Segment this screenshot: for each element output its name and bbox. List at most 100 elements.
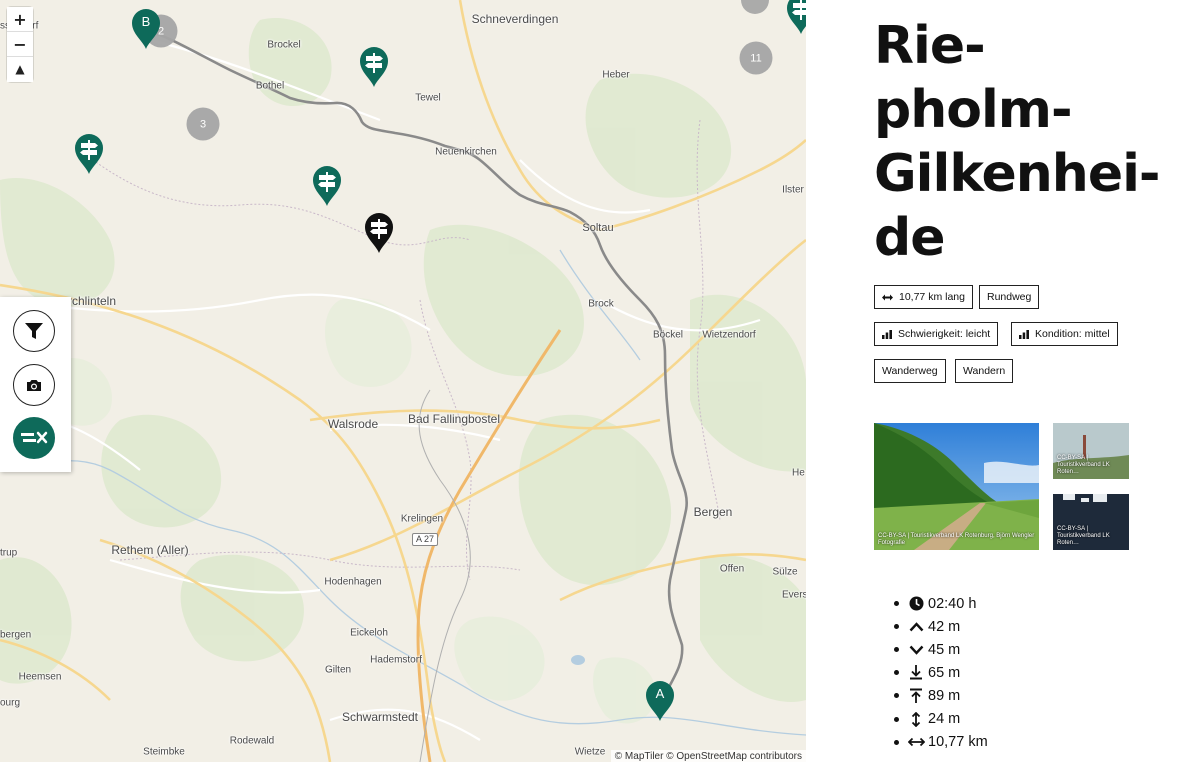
photo-button[interactable] (13, 364, 55, 406)
place-label: Rethem (Aller) (111, 543, 189, 557)
active-trail-pin[interactable] (363, 212, 395, 254)
place-label: Wietze (574, 746, 606, 758)
map[interactable]: Schneverdingen Brockel Heber Bothel Tewe… (0, 0, 806, 762)
highest-point-icon (907, 688, 925, 704)
elevation-difference-icon (907, 711, 925, 727)
place-label: He (792, 467, 805, 479)
condition-tag: Kondition: mittel (1011, 322, 1118, 346)
category-label: Wanderweg (882, 365, 938, 377)
stat-descent: 45 m (894, 638, 988, 661)
stat-highest-point: 89 m (894, 684, 988, 707)
trail-pin[interactable] (785, 0, 806, 35)
place-label: Brock (588, 298, 614, 310)
hide-trails-button[interactable] (13, 417, 55, 459)
place-label: Rodewald (229, 735, 275, 747)
route-end-marker[interactable]: B (130, 8, 162, 50)
trail-title-line: Gilkenhei- (874, 144, 1161, 204)
trail-stats-list: 02:40 h 42 m 45 m 65 m 89 m 24 m 10,77 k… (894, 592, 988, 754)
reset-bearing-button[interactable]: ▲ (7, 57, 33, 82)
stat-elevation-difference: 24 m (894, 707, 988, 730)
zoom-out-button[interactable]: − (7, 32, 33, 57)
filter-button[interactable] (13, 310, 55, 352)
category-tag[interactable]: Wandern (955, 359, 1014, 383)
signpost-icon (75, 134, 103, 174)
trail-photo-main[interactable]: CC-BY-SA | Touristikverband LK Rotenburg… (874, 423, 1039, 550)
zoom-in-button[interactable]: + (7, 7, 33, 32)
trail-title: Rie- pholm- Gilkenhei- de (874, 14, 1194, 270)
motorway-shield: A 27 (412, 533, 439, 546)
bar-chart-icon (1019, 329, 1029, 339)
route-end-label: B (141, 14, 151, 29)
marker-cluster[interactable]: 11 (739, 41, 773, 75)
trail-title-line: de (874, 208, 946, 268)
place-label: Heemsen (18, 671, 62, 683)
map-attribution[interactable]: © MapTiler © OpenStreetMap contributors (610, 750, 806, 762)
place-label: Hodenhagen (324, 576, 382, 588)
place-label: Schwarmstedt (341, 710, 419, 724)
stat-lowest-point: 65 m (894, 661, 988, 684)
zoom-controls: + − ▲ (7, 7, 33, 82)
place-label: Böckel (652, 329, 684, 341)
place-label: Eickeloh (350, 627, 388, 639)
place-label: Hademstorf (370, 654, 422, 666)
place-label: Bergen (693, 505, 733, 519)
place-label: rchlinteln (68, 294, 117, 308)
map-base (0, 0, 806, 762)
place-label: bergen (0, 629, 32, 641)
place-label: Schneverdingen (471, 12, 559, 26)
map-tools-panel (0, 297, 71, 472)
route-type-label: Rundweg (987, 291, 1032, 303)
descent-icon (907, 645, 925, 655)
stat-value: 10,77 km (928, 734, 988, 751)
stat-value: 42 m (928, 618, 961, 635)
place-label: Neuenkirchen (435, 146, 497, 158)
distance-icon (907, 737, 925, 747)
place-label: Walsrode (327, 417, 379, 431)
place-label: Ilster (782, 184, 804, 196)
route-type-tag: Rundweg (979, 285, 1040, 309)
marker-cluster[interactable]: 3 (186, 107, 220, 141)
lowest-point-icon (907, 665, 925, 680)
length-tag: 10,77 km lang (874, 285, 973, 309)
stat-value: 89 m (928, 687, 961, 704)
distance-icon (882, 294, 893, 301)
trail-title-line: Rie- (874, 16, 986, 76)
place-label: Bothel (255, 80, 285, 92)
trail-photo-thumb[interactable]: CC-BY-SA | Touristikverband LK Roten… (1053, 423, 1129, 479)
camera-icon (27, 380, 41, 391)
trail-pin[interactable] (358, 46, 390, 88)
category-tag[interactable]: Wanderweg (874, 359, 946, 383)
trail-detail-panel: Rie- pholm- Gilkenhei- de 10,77 km lang … (806, 0, 1201, 762)
place-label: ourg (0, 697, 21, 709)
route-start-marker[interactable]: A (644, 680, 676, 722)
filter-icon (25, 323, 43, 339)
photo-caption: CC-BY-SA | Touristikverband LK Rotenburg… (878, 533, 1035, 546)
trail-pin[interactable] (73, 133, 105, 175)
place-label: Steimbke (143, 746, 185, 758)
stat-distance: 10,77 km (894, 731, 988, 754)
place-label: Krelingen (400, 513, 444, 525)
stat-ascent: 42 m (894, 615, 988, 638)
place-label: Heber (602, 69, 630, 81)
photo-caption: CC-BY-SA | Touristikverband LK Roten… (1057, 526, 1110, 546)
route-start-label: A (655, 686, 665, 701)
signpost-close-icon (21, 431, 48, 444)
place-label: Offen (719, 563, 745, 575)
place-label: Tewel (415, 92, 441, 104)
ascent-icon (907, 621, 925, 632)
bar-chart-icon (882, 329, 892, 339)
place-label: trup (0, 547, 18, 559)
length-tag-label: 10,77 km lang (899, 291, 965, 303)
place-label: Bad Fallingbostel (407, 412, 501, 426)
landscape-photo (874, 423, 1039, 550)
signpost-icon (360, 47, 388, 87)
trail-photo-thumb[interactable]: CC-BY-SA | Touristikverband LK Roten… (1053, 494, 1129, 550)
place-label: Evers (782, 589, 806, 601)
stat-value: 45 m (928, 641, 961, 658)
difficulty-label: Schwierigkeit: leicht (898, 328, 991, 340)
place-label: Gilten (324, 664, 352, 676)
trail-pin[interactable] (311, 165, 343, 207)
signpost-icon (313, 166, 341, 206)
condition-label: Kondition: mittel (1035, 328, 1110, 340)
place-label: Sülze (772, 566, 798, 578)
